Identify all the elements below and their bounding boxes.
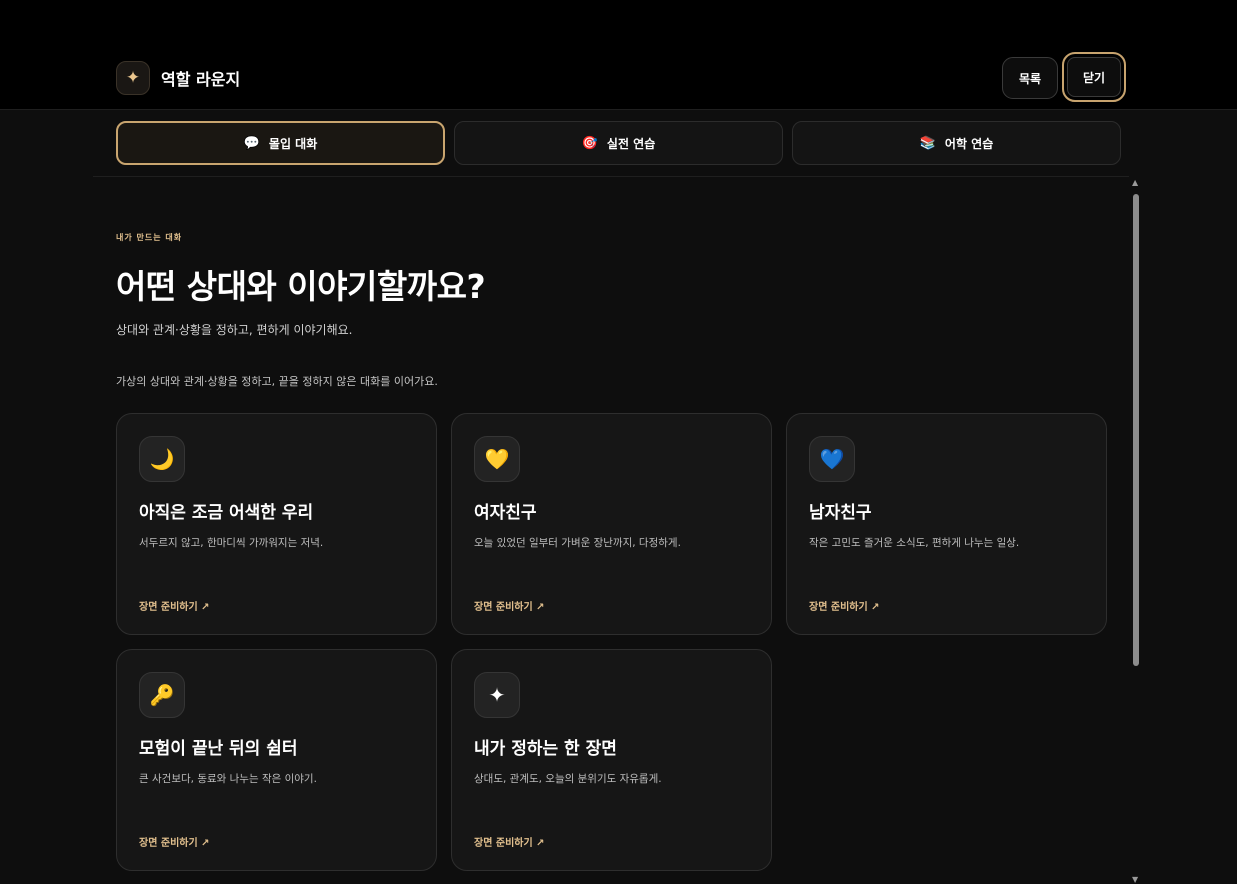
- card-description: 큰 사건보다, 동료와 나누는 작은 이야기.: [139, 773, 317, 785]
- card-title: 모험이 끝난 뒤의 쉼터: [139, 739, 298, 759]
- page-subtitle: 상대와 관계·상황을 정하고, 편하게 이야기해요.: [116, 323, 353, 337]
- crescent-moon-icon: 🌙: [139, 436, 185, 482]
- scenario-card[interactable]: 🌙 아직은 조금 어색한 우리 서두르지 않고, 한마디씩 가까워지는 저녁. …: [116, 413, 437, 635]
- card-description: 오늘 있었던 일부터 가벼운 장난까지, 다정하게.: [474, 537, 681, 549]
- tab-label: 어학 연습: [944, 136, 994, 151]
- mode-tabs: 💬 몰입 대화 🎯 실전 연습 📚 어학 연습: [116, 121, 1121, 165]
- scenario-card[interactable]: 💙 남자친구 작은 고민도 즐거운 소식도, 편하게 나누는 일상. 장면 준비…: [786, 413, 1107, 635]
- tab-immersive-chat[interactable]: 💬 몰입 대화: [116, 121, 445, 165]
- tab-label: 몰입 대화: [268, 136, 318, 151]
- card-description: 서두르지 않고, 한마디씩 가까워지는 저녁.: [139, 537, 324, 549]
- page-title: 어떤 상대와 이야기할까요?: [116, 267, 486, 306]
- prepare-scene-link[interactable]: 장면 준비하기 ↗: [139, 834, 210, 849]
- card-title: 내가 정하는 한 장면: [474, 739, 617, 759]
- prepare-scene-link[interactable]: 장면 준비하기 ↗: [809, 598, 880, 613]
- scenario-card[interactable]: 🔑 모험이 끝난 뒤의 쉼터 큰 사건보다, 동료와 나누는 작은 이야기. 장…: [116, 649, 437, 871]
- scroll-up-arrow-icon[interactable]: ▲: [1132, 178, 1138, 187]
- main-content: 💬 몰입 대화 🎯 실전 연습 📚 어학 연습 내가 만드는 대화 어떤 상대와…: [0, 110, 1237, 884]
- list-button[interactable]: 목록: [1002, 57, 1058, 99]
- page-description: 가상의 상대와 관계·상황을 정하고, 끝을 정하지 않은 대화를 이어가요.: [116, 375, 438, 388]
- card-title: 여자친구: [474, 503, 537, 523]
- target-icon: 🎯: [581, 135, 598, 151]
- app-title: 역할 라운지: [161, 70, 241, 89]
- scroll-down-arrow-icon[interactable]: ▼: [1132, 875, 1138, 884]
- scrollbar-thumb[interactable]: [1133, 194, 1139, 666]
- tab-label: 실전 연습: [606, 136, 656, 151]
- yellow-heart-icon: 💛: [474, 436, 520, 482]
- prepare-scene-link[interactable]: 장면 준비하기 ↗: [474, 598, 545, 613]
- scenario-card[interactable]: 💛 여자친구 오늘 있었던 일부터 가벼운 장난까지, 다정하게. 장면 준비하…: [451, 413, 772, 635]
- blue-heart-icon: 💙: [809, 436, 855, 482]
- close-button[interactable]: 닫기: [1062, 52, 1126, 102]
- card-title: 남자친구: [809, 503, 872, 523]
- card-description: 작은 고민도 즐거운 소식도, 편하게 나누는 일상.: [809, 537, 1020, 549]
- sparkle-icon: ✦: [116, 61, 150, 95]
- key-icon: 🔑: [139, 672, 185, 718]
- prepare-scene-link[interactable]: 장면 준비하기 ↗: [474, 834, 545, 849]
- brand: ✦ 역할 라운지: [116, 61, 240, 95]
- books-icon: 📚: [919, 135, 936, 151]
- card-description: 상대도, 관계도, 오늘의 분위기도 자유롭게.: [474, 773, 662, 785]
- scrollbar[interactable]: ▲ ▼: [1130, 176, 1142, 884]
- section-eyebrow: 내가 만드는 대화: [116, 233, 183, 242]
- prepare-scene-link[interactable]: 장면 준비하기 ↗: [139, 598, 210, 613]
- tab-language[interactable]: 📚 어학 연습: [792, 121, 1121, 165]
- app-header: ✦ 역할 라운지 목록 닫기: [0, 0, 1237, 110]
- divider: [93, 176, 1129, 177]
- scenario-card[interactable]: ✦ 내가 정하는 한 장면 상대도, 관계도, 오늘의 분위기도 자유롭게. 장…: [451, 649, 772, 871]
- speech-bubble-icon: 💬: [243, 135, 260, 151]
- card-title: 아직은 조금 어색한 우리: [139, 503, 314, 523]
- tab-practice[interactable]: 🎯 실전 연습: [454, 121, 783, 165]
- sparkle-icon: ✦: [474, 672, 520, 718]
